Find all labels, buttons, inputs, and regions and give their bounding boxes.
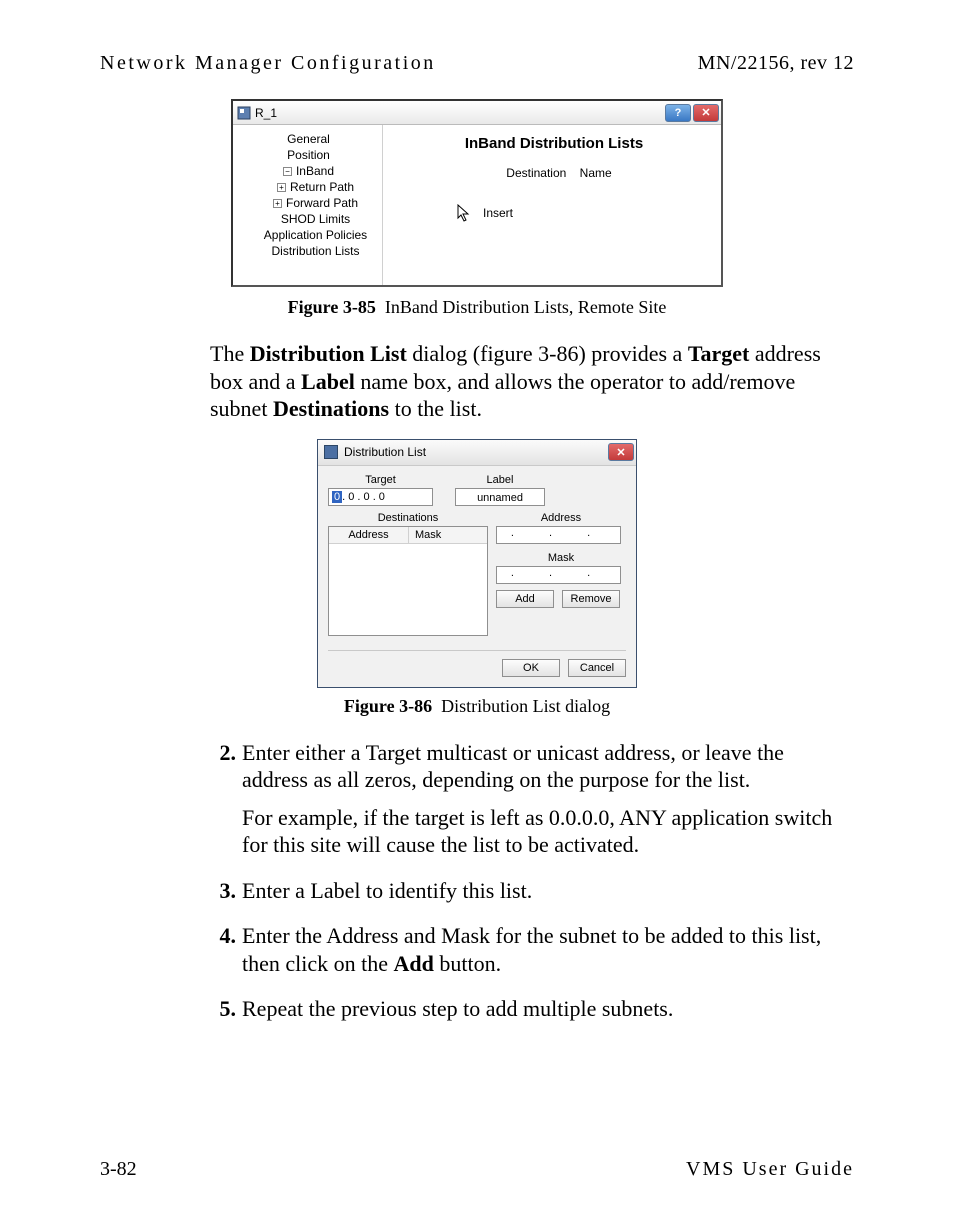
- destinations-list[interactable]: Address Mask: [328, 526, 488, 636]
- step-number: 3.: [208, 877, 236, 905]
- tree-app-policies[interactable]: Application Policies: [241, 227, 376, 243]
- label-input[interactable]: unnamed: [455, 488, 545, 506]
- figure-85-container: R_1 ? ✕ General Position −InBand +Return…: [100, 99, 854, 318]
- target-ip-input[interactable]: 0 . 0 . 0 . 0: [328, 488, 433, 506]
- cursor-icon: [457, 204, 473, 222]
- steps-list: 2. Enter either a Target multicast or un…: [208, 739, 854, 794]
- collapse-icon[interactable]: −: [283, 167, 292, 176]
- fig86-titlebar[interactable]: Distribution List ✕: [318, 440, 636, 466]
- step-2: 2. Enter either a Target multicast or un…: [208, 739, 854, 794]
- tree-general[interactable]: General: [241, 131, 376, 147]
- col-destination: Destination: [496, 166, 576, 180]
- step-number: 5.: [208, 995, 236, 1023]
- intro-paragraph: The Distribution List dialog (figure 3-8…: [210, 340, 850, 423]
- label-destinations: Destinations: [328, 512, 488, 524]
- insert-menu-item[interactable]: Insert: [397, 204, 711, 222]
- label-target: Target: [328, 474, 433, 486]
- step-5: 5. Repeat the previous step to add multi…: [208, 995, 854, 1023]
- page-number: 3-82: [100, 1158, 137, 1181]
- address-input[interactable]: . . .: [496, 526, 621, 544]
- col-address: Address: [329, 527, 409, 543]
- fig86-window: Distribution List ✕ Target 0 . 0 . 0 . 0…: [317, 439, 637, 688]
- fig85-window: R_1 ? ✕ General Position −InBand +Return…: [231, 99, 723, 287]
- label-address: Address: [496, 512, 626, 524]
- remove-button[interactable]: Remove: [562, 590, 620, 608]
- footer-guide-title: VMS User Guide: [686, 1158, 854, 1181]
- app-icon: [237, 106, 251, 120]
- label-mask: Mask: [496, 552, 626, 564]
- fig85-caption: Figure 3-85 InBand Distribution Lists, R…: [100, 297, 854, 318]
- step-4: 4. Enter the Address and Mask for the su…: [208, 922, 854, 977]
- header-left: Network Manager Configuration: [100, 52, 436, 75]
- fig85-titlebar[interactable]: R_1 ? ✕: [233, 101, 721, 125]
- fig85-title-text: R_1: [255, 106, 277, 120]
- step-2-continuation: For example, if the target is left as 0.…: [242, 804, 854, 859]
- mask-input[interactable]: . . .: [496, 566, 621, 584]
- tree-forward[interactable]: +Forward Path: [241, 195, 376, 211]
- step-text: Repeat the previous step to add multiple…: [242, 995, 673, 1023]
- steps-list-cont: 3. Enter a Label to identify this list. …: [208, 877, 854, 1023]
- step-number: 2.: [208, 739, 236, 794]
- add-button[interactable]: Add: [496, 590, 554, 608]
- col-mask: Mask: [409, 527, 447, 543]
- close-button[interactable]: ✕: [693, 104, 719, 122]
- help-button[interactable]: ?: [665, 104, 691, 122]
- tree-position[interactable]: Position: [241, 147, 376, 163]
- step-number: 4.: [208, 922, 236, 977]
- header-right: MN/22156, rev 12: [698, 52, 854, 75]
- expand-icon[interactable]: +: [277, 183, 286, 192]
- close-button[interactable]: ✕: [608, 443, 634, 461]
- list-header: Address Mask: [329, 527, 487, 544]
- expand-icon[interactable]: +: [273, 199, 282, 208]
- step-text: Enter the Address and Mask for the subne…: [242, 922, 854, 977]
- app-icon: [324, 445, 338, 459]
- fig85-tree[interactable]: General Position −InBand +Return Path +F…: [233, 125, 383, 285]
- separator: [328, 650, 626, 651]
- figure-86-container: Distribution List ✕ Target 0 . 0 . 0 . 0…: [100, 439, 854, 717]
- col-name: Name: [580, 166, 612, 180]
- step-3: 3. Enter a Label to identify this list.: [208, 877, 854, 905]
- fig85-panel-title: InBand Distribution Lists: [397, 135, 711, 152]
- label-label: Label: [455, 474, 545, 486]
- page-footer: 3-82 VMS User Guide: [100, 1158, 854, 1181]
- step-text: Enter either a Target multicast or unica…: [242, 739, 854, 794]
- ok-button[interactable]: OK: [502, 659, 560, 677]
- cancel-button[interactable]: Cancel: [568, 659, 626, 677]
- tree-shod[interactable]: SHOD Limits: [241, 211, 376, 227]
- step-text: Enter a Label to identify this list.: [242, 877, 532, 905]
- fig86-caption: Figure 3-86 Distribution List dialog: [100, 696, 854, 717]
- tree-inband[interactable]: −InBand: [241, 163, 376, 179]
- fig85-column-headers: Destination Name: [397, 166, 711, 180]
- tree-return[interactable]: +Return Path: [241, 179, 376, 195]
- tree-dist-lists[interactable]: Distribution Lists: [241, 243, 376, 259]
- fig86-title-text: Distribution List: [344, 445, 426, 459]
- insert-label: Insert: [483, 206, 513, 220]
- page-header: Network Manager Configuration MN/22156, …: [100, 52, 854, 75]
